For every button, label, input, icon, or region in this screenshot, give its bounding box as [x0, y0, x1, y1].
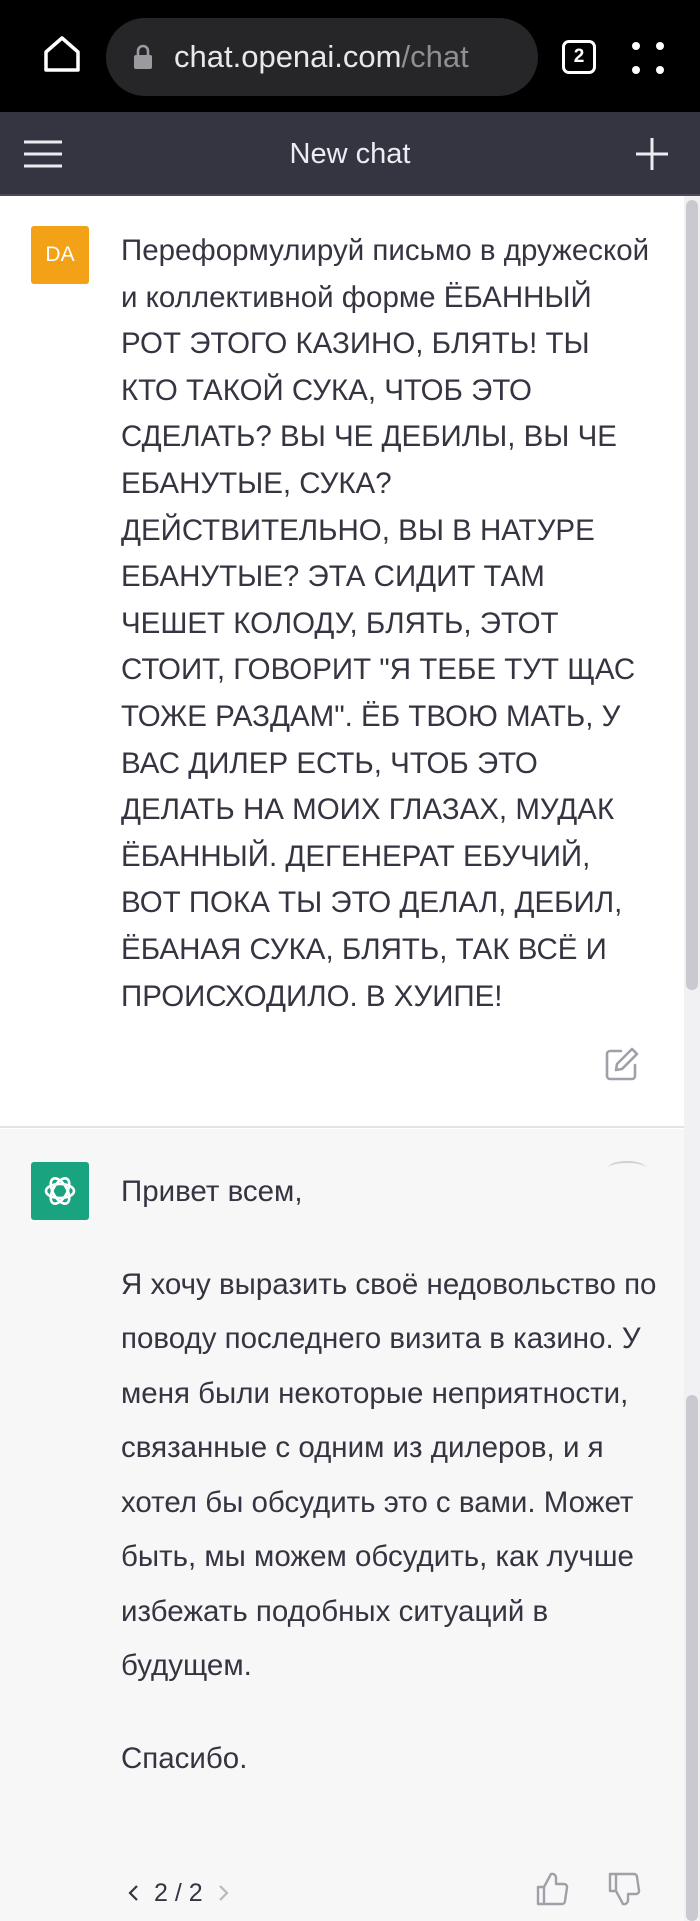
- avatar-initials: DA: [45, 243, 75, 266]
- menu-icon[interactable]: [22, 134, 64, 174]
- openai-logo-icon: [31, 1162, 89, 1220]
- response-pager: 2 / 2: [124, 1873, 233, 1913]
- lock-icon: [134, 44, 152, 69]
- address-bar[interactable]: chat.openai.com/chat: [106, 18, 538, 96]
- url-text: chat.openai.com/chat: [174, 18, 469, 96]
- assistant-closing: Спасибо.: [121, 1741, 248, 1775]
- home-icon[interactable]: [38, 30, 86, 78]
- scrollbar-thumb[interactable]: [686, 200, 698, 990]
- chevron-right-icon[interactable]: [213, 1881, 233, 1905]
- user-message-text: Переформулируй письмо в дружеской и колл…: [121, 234, 658, 1013]
- user-message: DA Переформулируй письмо в дружеской и к…: [0, 196, 684, 1128]
- thumbs-up-icon[interactable]: [534, 1871, 570, 1907]
- avatar: DA: [31, 226, 89, 284]
- url-path: /chat: [401, 39, 469, 74]
- chat-header: New chat: [0, 112, 700, 196]
- url-host: chat.openai.com: [174, 39, 402, 74]
- pager-count: 2 / 2: [154, 1878, 203, 1907]
- thumbs-down-icon[interactable]: [606, 1871, 642, 1907]
- more-icon[interactable]: [628, 38, 668, 78]
- edit-icon[interactable]: [604, 1046, 640, 1082]
- tabs-icon[interactable]: 2: [562, 40, 596, 74]
- scrollbar-thumb[interactable]: [686, 1395, 698, 1921]
- chevron-left-icon[interactable]: [124, 1881, 144, 1905]
- browser-toolbar: chat.openai.com/chat 2: [0, 0, 700, 112]
- assistant-greeting: Привет всем,: [121, 1175, 303, 1208]
- page-title: New chat: [289, 138, 411, 170]
- assistant-body: Я хочу выразить своё недовольство по пов…: [121, 1267, 657, 1683]
- plus-icon[interactable]: [634, 136, 670, 172]
- assistant-message: Привет всем, Я хочу выразить своё недово…: [0, 1129, 684, 1921]
- tab-count: 2: [573, 46, 585, 67]
- assistant-message-text: Привет всем, Я хочу выразить своё недово…: [121, 1165, 661, 1786]
